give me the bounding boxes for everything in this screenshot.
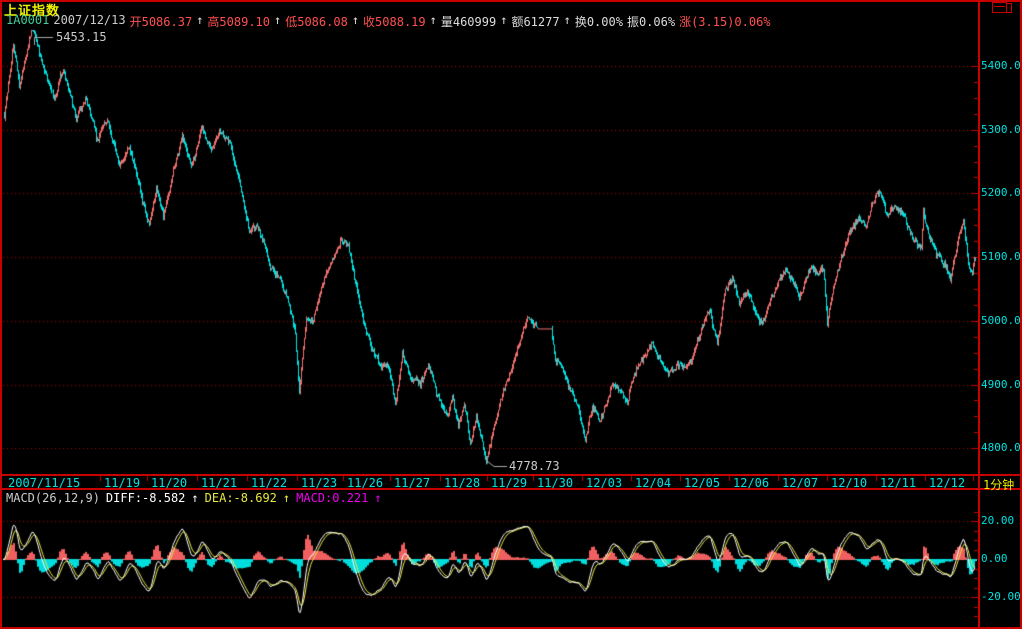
macd-legend-segment: ↑ [283, 491, 290, 505]
quote-info-segment: 2007/12/13 [53, 13, 125, 30]
macd-legend-segment: DEA:-8.692 [205, 491, 277, 505]
macd-legend: MACD(26,12,9) DIFF:-8.582 ↑ DEA:-8.692 ↑ MACD… [6, 491, 382, 505]
quote-info-segment: 换0.00% [575, 13, 623, 30]
price-axis-label: 5400.0 [981, 59, 1021, 72]
date-label: 11/21 [201, 476, 237, 490]
date-label: 11/20 [151, 476, 187, 490]
date-label: 12/03 [586, 476, 622, 490]
macd-legend-segment: DIFF:-8.582 [106, 491, 185, 505]
quote-info-segment: 低5086.08 [285, 13, 348, 30]
date-label: 12/05 [684, 476, 720, 490]
macd-axis-label: -20.00 [981, 590, 1021, 603]
macd-axis-label: 0.00 [981, 552, 1008, 565]
date-label: 11/28 [444, 476, 480, 490]
date-label: 11/26 [347, 476, 383, 490]
macd-legend-segment: MACD(26,12,9) [6, 491, 100, 505]
quote-info-segment: ↑ [352, 13, 359, 30]
quote-info-segment: 收5088.19 [363, 13, 426, 30]
quote-info-segment: 开5086.37 [130, 13, 193, 30]
quote-info-segment: ↑ [500, 13, 507, 30]
date-label: 11/30 [537, 476, 573, 490]
app-window: 上证指数 1A00012007/12/13开5086.37↑高5089.10↑低… [0, 0, 1022, 629]
date-label: 2007/11/15 [8, 476, 80, 490]
date-label: 11/29 [491, 476, 527, 490]
quote-info-segment: ↑ [196, 13, 203, 30]
price-axis-label: 5100.0 [981, 250, 1021, 263]
macd-legend-segment: MACD:0.221 [296, 491, 368, 505]
date-label: 11/22 [251, 476, 287, 490]
quote-info-segment: 1A0001 [6, 13, 49, 30]
date-label: 12/12 [929, 476, 965, 490]
quote-info-segment: 涨(3.15)0.06% [679, 13, 770, 30]
quote-info-segment: 振0.06% [627, 13, 675, 30]
quote-info-segment: 量460999 [441, 13, 496, 30]
date-label: 12/07 [782, 476, 818, 490]
date-label: 11/23 [301, 476, 337, 490]
period-label[interactable]: 1分钟 [983, 476, 1014, 493]
date-label: 11/19 [104, 476, 140, 490]
date-label: 12/06 [733, 476, 769, 490]
quote-info-segment: ↑ [274, 13, 281, 30]
quote-info-segment: ↑ [430, 13, 437, 30]
macd-legend-segment: ↑ [374, 491, 381, 505]
date-label: 12/10 [831, 476, 867, 490]
charts-canvas[interactable] [0, 0, 1022, 629]
quote-info-segment: ↑ [564, 13, 571, 30]
macd-axis-label: 20.00 [981, 514, 1014, 527]
low-annotation: 4778.73 [509, 459, 560, 473]
date-label: 12/11 [880, 476, 916, 490]
quote-info-bar: 1A00012007/12/13开5086.37↑高5089.10↑低5086.… [6, 13, 771, 30]
quote-info-segment: 额61277 [511, 13, 559, 30]
price-axis-label: 5300.0 [981, 123, 1021, 136]
price-axis-label: 5200.0 [981, 186, 1021, 199]
restore-window-icon[interactable] [992, 2, 1014, 14]
axis-separator-line [978, 2, 980, 627]
macd-legend-segment: ↑ [191, 491, 198, 505]
date-label: 11/27 [394, 476, 430, 490]
high-annotation: 5453.15 [56, 30, 107, 44]
quote-info-segment: 高5089.10 [207, 13, 270, 30]
price-axis-label: 4800.0 [981, 441, 1021, 454]
price-axis-label: 4900.0 [981, 378, 1021, 391]
price-axis-label: 5000.0 [981, 314, 1021, 327]
date-label: 12/04 [635, 476, 671, 490]
